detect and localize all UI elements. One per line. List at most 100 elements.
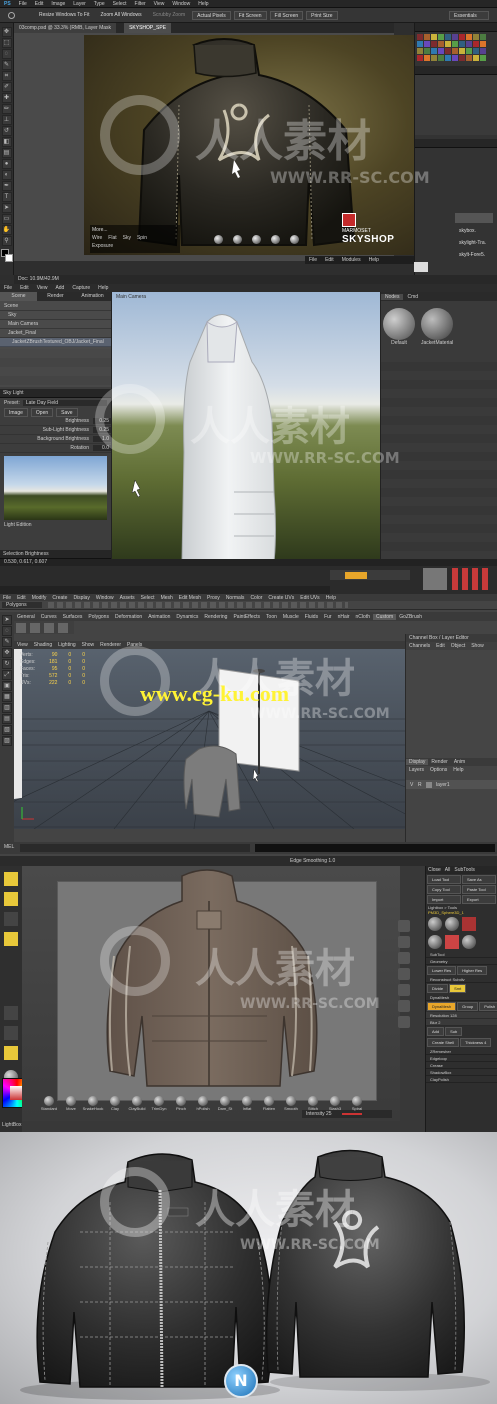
zoom-all-windows-checkbox[interactable]: Zoom All Windows bbox=[96, 11, 145, 20]
spin-toggle[interactable]: Spin bbox=[137, 235, 147, 241]
maya-menu-normals[interactable]: Normals bbox=[223, 595, 248, 601]
renderer-menu[interactable]: Renderer bbox=[97, 642, 124, 648]
move-tool-icon[interactable]: ✥ bbox=[2, 648, 12, 658]
tab-animation[interactable]: Animation bbox=[74, 292, 111, 301]
divide-button[interactable]: Divide bbox=[427, 984, 449, 993]
marquee-tool-icon[interactable]: ⬚ bbox=[1, 38, 12, 48]
quick-select-icon[interactable]: ✎ bbox=[1, 60, 12, 70]
color-swatch[interactable] bbox=[438, 48, 444, 54]
brush-item[interactable]: Smooth bbox=[280, 1096, 302, 1111]
swatches-grid[interactable] bbox=[415, 32, 497, 62]
color-swatch[interactable] bbox=[424, 55, 430, 61]
maya-menu-create[interactable]: Create bbox=[49, 595, 70, 601]
lasso-tool-icon[interactable]: ◌ bbox=[2, 626, 12, 636]
higher-res-button[interactable]: Higher Res bbox=[457, 966, 488, 975]
color-swatch[interactable] bbox=[459, 34, 465, 40]
zb-view-icon[interactable] bbox=[398, 968, 410, 980]
layer-tab-anim[interactable]: Anim bbox=[451, 759, 468, 765]
save-button[interactable]: Save bbox=[56, 407, 78, 417]
maya-menu-select[interactable]: Select bbox=[138, 595, 158, 601]
tab-render[interactable]: Render bbox=[37, 292, 74, 301]
object-menu[interactable]: Object bbox=[448, 643, 468, 649]
visibility-toggle[interactable]: V bbox=[410, 782, 418, 788]
more-link[interactable]: More... bbox=[92, 227, 178, 233]
workspace-select[interactable]: Essentials bbox=[449, 10, 489, 20]
shape-tool-icon[interactable]: ▭ bbox=[1, 214, 12, 224]
menu-type[interactable]: Type bbox=[90, 1, 109, 7]
mode-select[interactable]: Polygons bbox=[2, 602, 42, 608]
paint-select-icon[interactable]: ✎ bbox=[2, 637, 12, 647]
blur-slider[interactable]: Blur 2 bbox=[426, 1019, 497, 1026]
color-swatch[interactable] bbox=[417, 55, 423, 61]
color-swatch[interactable] bbox=[438, 34, 444, 40]
dock-menu-edit[interactable]: Edit bbox=[321, 257, 338, 263]
dodge-tool-icon[interactable]: ◐ bbox=[1, 170, 12, 180]
layout-icon[interactable]: ▨ bbox=[2, 736, 12, 746]
color-swatch[interactable] bbox=[431, 34, 437, 40]
tree-item[interactable]: Main Camera bbox=[0, 320, 111, 329]
doc-tab-active[interactable]: 03comp.psd @ 33.3% (RMB, Layer Mask bbox=[14, 23, 117, 33]
shelf-tab[interactable]: Fur bbox=[321, 614, 335, 620]
layout-icon[interactable]: ▥ bbox=[2, 703, 12, 713]
tool-thumb-icon[interactable] bbox=[462, 935, 476, 949]
color-swatch[interactable] bbox=[445, 41, 451, 47]
shelf-tab[interactable]: GoZBrush bbox=[396, 614, 425, 620]
shelf-tab[interactable]: nHair bbox=[335, 614, 353, 620]
history-brush-icon[interactable]: ↺ bbox=[1, 126, 12, 136]
maya-menu-edit-uvs[interactable]: Edit UVs bbox=[297, 595, 322, 601]
sky-menu-view[interactable]: View bbox=[33, 285, 52, 291]
zb-tool-icon[interactable] bbox=[4, 932, 18, 946]
tab-scene[interactable]: Scene bbox=[0, 292, 37, 301]
maya-menu-mesh[interactable]: Mesh bbox=[158, 595, 176, 601]
help-menu[interactable]: Help bbox=[450, 767, 466, 773]
tree-item[interactable]: Jacket_Final bbox=[0, 329, 111, 338]
zoom-icon[interactable] bbox=[8, 11, 15, 19]
zb-tool-icons[interactable] bbox=[452, 568, 492, 590]
sky-toggle[interactable]: Sky bbox=[123, 235, 131, 241]
color-swatch[interactable] bbox=[452, 34, 458, 40]
color-swatch[interactable] bbox=[466, 48, 472, 54]
layer-tab-display[interactable]: Display bbox=[406, 759, 429, 765]
color-swatch[interactable] bbox=[445, 55, 451, 61]
brush-item[interactable]: Stitch bbox=[302, 1096, 324, 1111]
zoom-tool-icon[interactable]: ⚲ bbox=[1, 236, 12, 246]
sphere-preset-icon[interactable] bbox=[233, 234, 242, 244]
render-toggle[interactable]: R bbox=[418, 782, 426, 788]
save-as-button[interactable]: Save As bbox=[462, 875, 496, 884]
rotate-tool-icon[interactable]: ↻ bbox=[2, 659, 12, 669]
maya-menu-window[interactable]: Window bbox=[93, 595, 117, 601]
edit-menu[interactable]: Edit bbox=[433, 643, 448, 649]
shading-menu[interactable]: Shading bbox=[31, 642, 55, 648]
material-jacket[interactable]: JacketMaterial bbox=[421, 308, 453, 346]
eraser-icon[interactable]: ◧ bbox=[1, 137, 12, 147]
shelf-tab[interactable]: Surfaces bbox=[60, 614, 86, 620]
shelf-tab[interactable]: Rendering bbox=[201, 614, 230, 620]
add-button[interactable]: Add bbox=[427, 1027, 445, 1036]
zb-orange-button[interactable] bbox=[345, 572, 367, 579]
wire-toggle[interactable]: Wire bbox=[92, 235, 102, 241]
shelf-tab[interactable]: Animation bbox=[145, 614, 173, 620]
color-swatch[interactable] bbox=[452, 48, 458, 54]
dock-menu-file[interactable]: File bbox=[305, 257, 321, 263]
brush-item[interactable]: Flatten bbox=[258, 1096, 280, 1111]
dock-menu-modules[interactable]: Modules bbox=[338, 257, 365, 263]
flat-toggle[interactable]: Flat bbox=[108, 235, 116, 241]
color-swatch[interactable] bbox=[459, 48, 465, 54]
all-button[interactable]: All bbox=[443, 867, 453, 873]
path-select-icon[interactable]: ➤ bbox=[1, 203, 12, 213]
color-swatch[interactable] bbox=[438, 41, 444, 47]
zb-view-icon[interactable] bbox=[398, 936, 410, 948]
menu-edit[interactable]: Edit bbox=[31, 1, 48, 7]
tree-item[interactable]: Scene bbox=[0, 302, 111, 311]
layer-label[interactable]: skybox. bbox=[459, 228, 476, 234]
crease-header[interactable]: Crease bbox=[426, 1062, 497, 1069]
zb-tool-icon[interactable] bbox=[4, 912, 18, 926]
tree-item[interactable]: JacketZBrushTextured_OBJ/Jacket_Final bbox=[0, 338, 111, 347]
brush-item[interactable]: Inflat bbox=[236, 1096, 258, 1111]
menu-layer[interactable]: Layer bbox=[69, 1, 90, 7]
layers-menu[interactable]: Layers bbox=[406, 767, 427, 773]
brush-item[interactable]: Spiral bbox=[346, 1096, 368, 1111]
layout-icon[interactable]: ▦ bbox=[2, 692, 12, 702]
zb-view-icon[interactable] bbox=[398, 1016, 410, 1028]
view-menu[interactable]: View bbox=[14, 642, 31, 648]
